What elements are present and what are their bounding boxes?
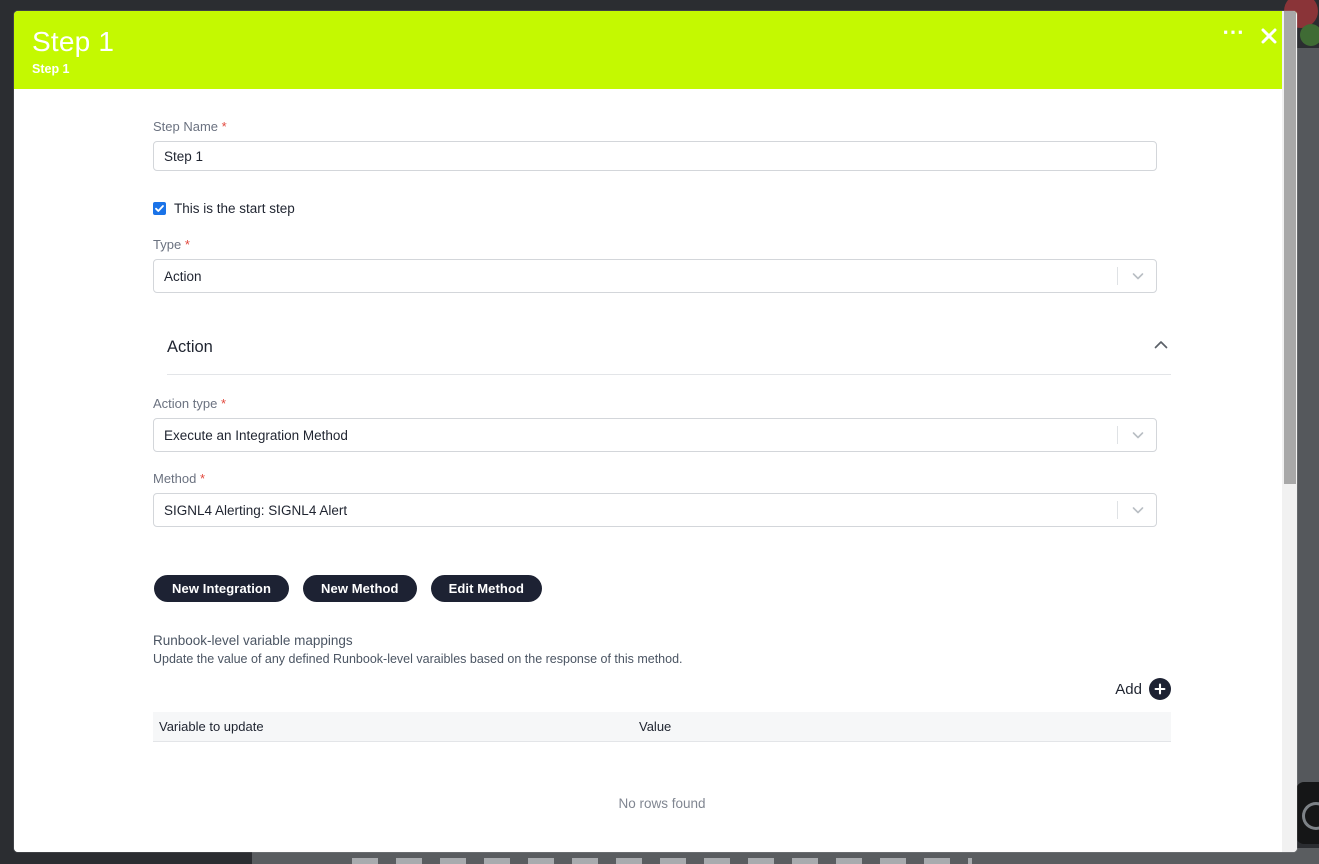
backdrop-side-widget <box>1296 782 1319 844</box>
step-editor-modal: Step 1 Step 1 ⋯ Step Name * Step 1 This … <box>14 11 1297 852</box>
new-method-button[interactable]: New Method <box>303 575 417 602</box>
action-buttons-row: New Integration New Method Edit Method <box>154 575 1158 602</box>
modal-body: Step Name * This is the start step Type … <box>14 89 1297 852</box>
backdrop-right-panel <box>1294 48 1319 818</box>
method-field: Method * SIGNL4 Alerting: SIGNL4 Alert <box>153 471 1157 527</box>
type-label-text: Type <box>153 237 182 252</box>
chevron-up-icon[interactable] <box>1151 335 1171 360</box>
backdrop-green-circle <box>1300 24 1319 46</box>
type-field: Type * Action <box>153 237 1157 293</box>
new-integration-button[interactable]: New Integration <box>154 575 290 602</box>
variable-mappings-section: Runbook-level variable mappings Update t… <box>153 632 1157 668</box>
close-icon[interactable] <box>1259 26 1279 46</box>
step-name-label-text: Step Name <box>153 119 219 134</box>
method-label-text: Method <box>153 471 197 486</box>
start-step-checkbox-row[interactable]: This is the start step <box>153 201 1157 216</box>
method-select-value: SIGNL4 Alerting: SIGNL4 Alert <box>164 502 348 518</box>
type-select-value: Action <box>164 268 202 284</box>
table-empty-message: No rows found <box>618 796 706 811</box>
backdrop-bottom-text-row <box>352 858 972 864</box>
start-step-checkbox-label: This is the start step <box>174 201 295 216</box>
add-label: Add <box>1115 680 1142 698</box>
column-header-variable-to-update: Variable to update <box>159 719 264 734</box>
modal-vertical-scrollbar-track[interactable] <box>1282 11 1297 852</box>
modal-subtitle: Step 1 <box>32 62 70 76</box>
select-divider <box>1117 426 1118 444</box>
step-name-input[interactable] <box>153 141 1157 171</box>
chevron-down-icon[interactable] <box>1130 427 1146 443</box>
select-divider <box>1117 501 1118 519</box>
action-type-select-value: Execute an Integration Method <box>164 427 348 443</box>
step-name-field: Step Name * <box>153 119 1157 171</box>
edit-method-button[interactable]: Edit Method <box>430 575 543 602</box>
modal-vertical-scrollbar-thumb[interactable] <box>1284 11 1296 484</box>
action-type-select[interactable]: Execute an Integration Method <box>153 418 1157 452</box>
action-section-title: Action <box>167 338 213 356</box>
required-asterisk: * <box>200 471 206 486</box>
required-asterisk: * <box>220 396 227 411</box>
action-type-field: Action type * Execute an Integration Met… <box>153 396 1157 452</box>
method-label: Method * <box>153 471 1157 487</box>
more-horizontal-icon[interactable]: ⋯ <box>1222 21 1245 47</box>
variable-mappings-table: Variable to update Value No rows found <box>153 712 1171 811</box>
add-mapping-row: Add <box>153 678 1171 700</box>
add-mapping-button[interactable] <box>1149 678 1171 700</box>
type-label: Type * <box>153 237 1157 253</box>
chevron-down-icon[interactable] <box>1130 502 1146 518</box>
action-type-label-text: Action type <box>153 396 218 411</box>
method-select[interactable]: SIGNL4 Alerting: SIGNL4 Alert <box>153 493 1157 527</box>
action-section-header[interactable]: Action <box>167 335 1171 375</box>
chevron-down-icon[interactable] <box>1130 268 1146 284</box>
table-header-row: Variable to update Value <box>153 712 1171 742</box>
variable-mappings-description: Update the value of any defined Runbook-… <box>153 652 683 666</box>
modal-header-actions: ⋯ <box>1222 21 1279 47</box>
action-type-label: Action type * <box>153 396 1157 412</box>
select-divider <box>1117 267 1118 285</box>
variable-mappings-title: Runbook-level variable mappings <box>153 633 353 648</box>
type-select[interactable]: Action <box>153 259 1157 293</box>
step-name-label: Step Name * <box>153 119 1157 135</box>
required-asterisk: * <box>221 119 227 134</box>
column-header-value: Value <box>639 719 672 734</box>
required-asterisk: * <box>184 237 190 252</box>
modal-title: Step 1 <box>32 26 115 57</box>
checkbox-checked-icon[interactable] <box>153 202 166 215</box>
modal-header: Step 1 Step 1 ⋯ <box>14 11 1297 89</box>
